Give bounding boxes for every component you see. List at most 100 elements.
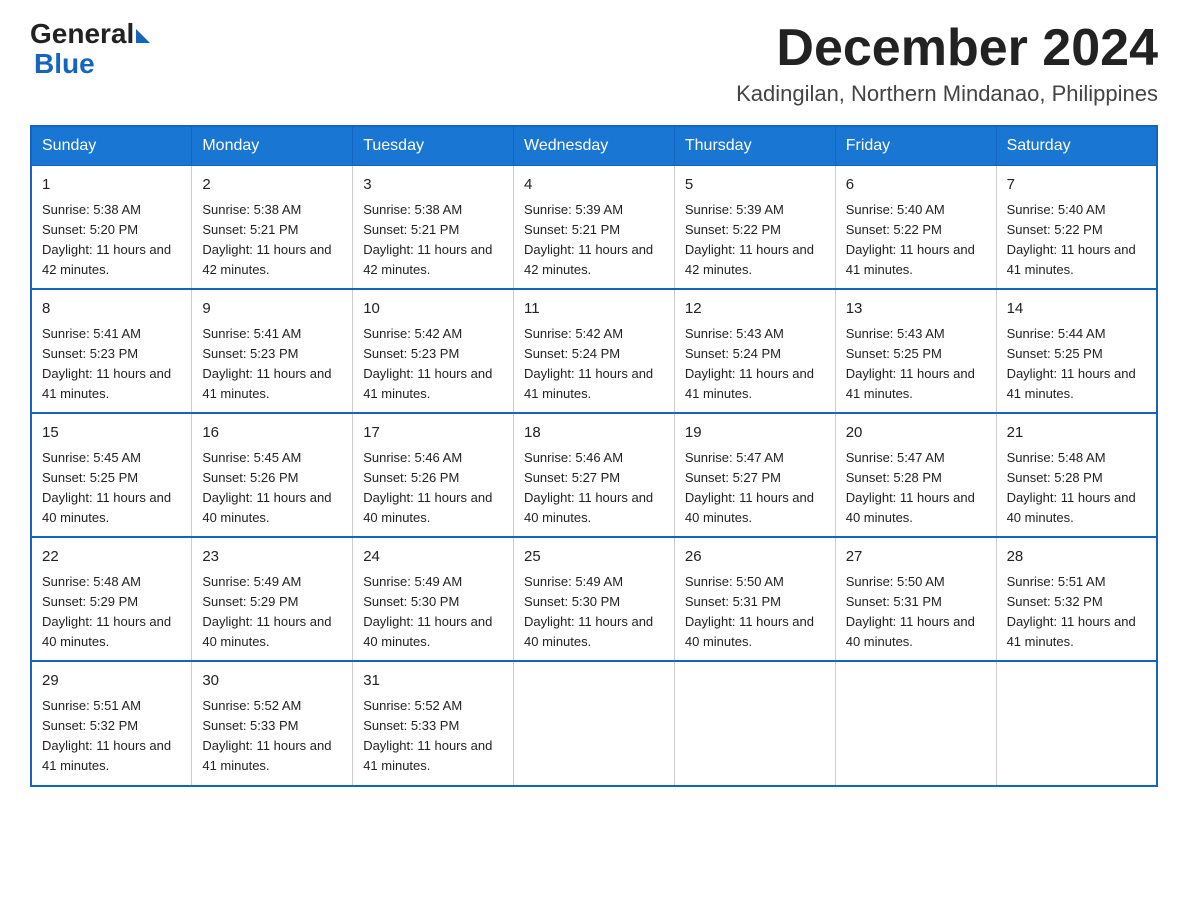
table-row <box>514 661 675 785</box>
day-number: 17 <box>363 422 503 445</box>
day-number: 30 <box>202 670 342 693</box>
location-title: Kadingilan, Northern Mindanao, Philippin… <box>736 81 1158 107</box>
table-row: 10Sunrise: 5:42 AMSunset: 5:23 PMDayligh… <box>353 289 514 413</box>
day-info: Sunrise: 5:47 AMSunset: 5:27 PMDaylight:… <box>685 448 825 529</box>
table-row: 26 Sunrise: 5:50 AMSunset: 5:31 PMDayligh… <box>674 537 835 661</box>
day-number: 12 <box>685 298 825 321</box>
table-row: 16 Sunrise: 5:45 AMSunset: 5:26 PMDayligh… <box>192 413 353 537</box>
day-info: Sunrise: 5:48 AMSunset: 5:28 PMDaylight:… <box>1007 448 1146 529</box>
day-info: Sunrise: 5:39 AMSunset: 5:22 PMDaylight:… <box>685 200 825 281</box>
table-row: 21 Sunrise: 5:48 AMSunset: 5:28 PMDayligh… <box>996 413 1157 537</box>
table-row: 5Sunrise: 5:39 AMSunset: 5:22 PMDaylight… <box>674 166 835 290</box>
day-number: 15 <box>42 422 181 445</box>
day-info: Sunrise: 5:40 AMSunset: 5:22 PMDaylight:… <box>1007 200 1146 281</box>
day-info: Sunrise: 5:42 AMSunset: 5:23 PMDaylight:… <box>363 324 503 405</box>
table-row: 3 Sunrise: 5:38 AMSunset: 5:21 PMDaylight… <box>353 166 514 290</box>
table-row: 1 Sunrise: 5:38 AMSunset: 5:20 PMDaylight… <box>31 166 192 290</box>
day-number: 22 <box>42 546 181 569</box>
logo-blue-text: Blue <box>34 48 95 79</box>
calendar-week-row: 29 Sunrise: 5:51 AMSunset: 5:32 PMDayligh… <box>31 661 1157 785</box>
table-row: 12Sunrise: 5:43 AMSunset: 5:24 PMDayligh… <box>674 289 835 413</box>
day-number: 26 <box>685 546 825 569</box>
table-row: 31Sunrise: 5:52 AMSunset: 5:33 PMDayligh… <box>353 661 514 785</box>
day-number: 1 <box>42 174 181 197</box>
table-row: 30 Sunrise: 5:52 AMSunset: 5:33 PMDayligh… <box>192 661 353 785</box>
table-row: 6 Sunrise: 5:40 AMSunset: 5:22 PMDaylight… <box>835 166 996 290</box>
calendar-week-row: 15 Sunrise: 5:45 AMSunset: 5:25 PMDayligh… <box>31 413 1157 537</box>
table-row <box>674 661 835 785</box>
header-tuesday: Tuesday <box>353 126 514 166</box>
table-row: 4 Sunrise: 5:39 AMSunset: 5:21 PMDaylight… <box>514 166 675 290</box>
day-info: Sunrise: 5:51 AMSunset: 5:32 PMDaylight:… <box>42 696 181 777</box>
calendar-header-row: Sunday Monday Tuesday Wednesday Thursday… <box>31 126 1157 166</box>
day-number: 16 <box>202 422 342 445</box>
table-row: 28 Sunrise: 5:51 AMSunset: 5:32 PMDayligh… <box>996 537 1157 661</box>
day-number: 9 <box>202 298 342 321</box>
day-info: Sunrise: 5:49 AMSunset: 5:29 PMDaylight:… <box>202 572 342 653</box>
day-number: 11 <box>524 298 664 321</box>
day-info: Sunrise: 5:49 AMSunset: 5:30 PMDaylight:… <box>363 572 503 653</box>
table-row: 20 Sunrise: 5:47 AMSunset: 5:28 PMDayligh… <box>835 413 996 537</box>
day-info: Sunrise: 5:48 AMSunset: 5:29 PMDaylight:… <box>42 572 181 653</box>
day-info: Sunrise: 5:39 AMSunset: 5:21 PMDaylight:… <box>524 200 664 281</box>
table-row: 27 Sunrise: 5:50 AMSunset: 5:31 PMDayligh… <box>835 537 996 661</box>
logo: General Blue <box>30 20 150 80</box>
day-number: 29 <box>42 670 181 693</box>
day-number: 25 <box>524 546 664 569</box>
day-number: 21 <box>1007 422 1146 445</box>
day-info: Sunrise: 5:40 AMSunset: 5:22 PMDaylight:… <box>846 200 986 281</box>
page-header: General Blue December 2024 Kadingilan, N… <box>30 20 1158 107</box>
day-info: Sunrise: 5:45 AMSunset: 5:25 PMDaylight:… <box>42 448 181 529</box>
table-row <box>996 661 1157 785</box>
day-info: Sunrise: 5:52 AMSunset: 5:33 PMDaylight:… <box>202 696 342 777</box>
table-row: 14Sunrise: 5:44 AMSunset: 5:25 PMDayligh… <box>996 289 1157 413</box>
table-row: 7 Sunrise: 5:40 AMSunset: 5:22 PMDaylight… <box>996 166 1157 290</box>
header-thursday: Thursday <box>674 126 835 166</box>
day-info: Sunrise: 5:44 AMSunset: 5:25 PMDaylight:… <box>1007 324 1146 405</box>
title-area: December 2024 Kadingilan, Northern Minda… <box>736 20 1158 107</box>
day-info: Sunrise: 5:52 AMSunset: 5:33 PMDaylight:… <box>363 696 503 777</box>
day-number: 18 <box>524 422 664 445</box>
table-row: 29 Sunrise: 5:51 AMSunset: 5:32 PMDayligh… <box>31 661 192 785</box>
day-number: 4 <box>524 174 664 197</box>
day-info: Sunrise: 5:45 AMSunset: 5:26 PMDaylight:… <box>202 448 342 529</box>
day-info: Sunrise: 5:41 AMSunset: 5:23 PMDaylight:… <box>42 324 181 405</box>
header-sunday: Sunday <box>31 126 192 166</box>
table-row: 22 Sunrise: 5:48 AMSunset: 5:29 PMDayligh… <box>31 537 192 661</box>
day-number: 19 <box>685 422 825 445</box>
day-number: 27 <box>846 546 986 569</box>
table-row: 13 Sunrise: 5:43 AMSunset: 5:25 PMDayligh… <box>835 289 996 413</box>
table-row <box>835 661 996 785</box>
day-info: Sunrise: 5:41 AMSunset: 5:23 PMDaylight:… <box>202 324 342 405</box>
day-number: 13 <box>846 298 986 321</box>
header-saturday: Saturday <box>996 126 1157 166</box>
day-number: 6 <box>846 174 986 197</box>
day-info: Sunrise: 5:43 AMSunset: 5:25 PMDaylight:… <box>846 324 986 405</box>
day-number: 28 <box>1007 546 1146 569</box>
day-info: Sunrise: 5:51 AMSunset: 5:32 PMDaylight:… <box>1007 572 1146 653</box>
table-row: 23 Sunrise: 5:49 AMSunset: 5:29 PMDayligh… <box>192 537 353 661</box>
table-row: 25 Sunrise: 5:49 AMSunset: 5:30 PMDayligh… <box>514 537 675 661</box>
day-info: Sunrise: 5:46 AMSunset: 5:26 PMDaylight:… <box>363 448 503 529</box>
day-info: Sunrise: 5:50 AMSunset: 5:31 PMDaylight:… <box>685 572 825 653</box>
day-number: 20 <box>846 422 986 445</box>
calendar-week-row: 1 Sunrise: 5:38 AMSunset: 5:20 PMDaylight… <box>31 166 1157 290</box>
day-number: 2 <box>202 174 342 197</box>
table-row: 24Sunrise: 5:49 AMSunset: 5:30 PMDayligh… <box>353 537 514 661</box>
calendar-table: Sunday Monday Tuesday Wednesday Thursday… <box>30 125 1158 786</box>
day-number: 23 <box>202 546 342 569</box>
logo-arrow-icon <box>136 29 150 43</box>
day-info: Sunrise: 5:49 AMSunset: 5:30 PMDaylight:… <box>524 572 664 653</box>
day-number: 7 <box>1007 174 1146 197</box>
calendar-week-row: 22 Sunrise: 5:48 AMSunset: 5:29 PMDayligh… <box>31 537 1157 661</box>
day-info: Sunrise: 5:46 AMSunset: 5:27 PMDaylight:… <box>524 448 664 529</box>
day-info: Sunrise: 5:38 AMSunset: 5:21 PMDaylight:… <box>363 200 503 281</box>
table-row: 9 Sunrise: 5:41 AMSunset: 5:23 PMDaylight… <box>192 289 353 413</box>
day-number: 3 <box>363 174 503 197</box>
day-info: Sunrise: 5:38 AMSunset: 5:20 PMDaylight:… <box>42 200 181 281</box>
day-number: 8 <box>42 298 181 321</box>
day-info: Sunrise: 5:50 AMSunset: 5:31 PMDaylight:… <box>846 572 986 653</box>
table-row: 17 Sunrise: 5:46 AMSunset: 5:26 PMDayligh… <box>353 413 514 537</box>
day-info: Sunrise: 5:47 AMSunset: 5:28 PMDaylight:… <box>846 448 986 529</box>
table-row: 15 Sunrise: 5:45 AMSunset: 5:25 PMDayligh… <box>31 413 192 537</box>
